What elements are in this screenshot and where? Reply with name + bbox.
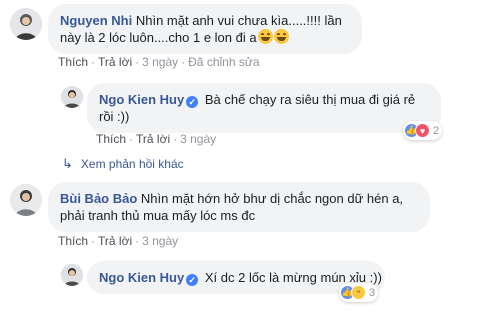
view-more-replies[interactable]: ↳ Xem phản hồi khác [62, 156, 184, 172]
reaction-summary[interactable]: 👍 ᵕ 3 [339, 283, 379, 302]
avatar-photo-icon [61, 86, 83, 108]
reaction-count: 2 [433, 124, 440, 137]
reaction-count: 3 [369, 286, 376, 299]
avatar-photo-icon [10, 184, 42, 216]
grinning-squint-face-icon [257, 29, 273, 44]
comment-author[interactable]: Bùi Bảo Bảo [60, 191, 137, 206]
comment-author[interactable]: Nguyen Nhi [60, 13, 132, 28]
reply-link[interactable]: Trả lời [98, 234, 132, 248]
reply-link[interactable]: Trả lời [136, 132, 170, 146]
avatar-ngo-kien-huy[interactable] [61, 264, 83, 286]
verified-badge-icon: ✓ [186, 274, 199, 286]
avatar-photo-icon [10, 8, 42, 40]
avatar-nguyen-nhi[interactable] [10, 8, 42, 40]
avatar-ngo-kien-huy[interactable] [61, 86, 83, 108]
reply-arrow-icon: ↳ [62, 156, 73, 171]
comment-bubble: Bùi Bảo Bảo Nhìn mặt hớn hở bhư dị chắc … [48, 182, 430, 232]
comment-actions: Thích · Trả lời · 3 ngày [96, 132, 217, 146]
comment-bubble: Nguyen Nhi Nhìn mặt anh vui chưa kìa....… [48, 4, 362, 54]
like-link[interactable]: Thích [58, 55, 88, 69]
like-link[interactable]: Thích [96, 132, 126, 146]
love-reaction-icon: ♥ [415, 123, 430, 138]
grinning-squint-face-icon [273, 29, 289, 44]
avatar-bui-bao-bao[interactable] [10, 184, 42, 216]
comment-author[interactable]: Ngo Kien Huy [99, 270, 184, 285]
reply-bubble: Ngo Kien Huy ✓ Bà chế chạy ra siêu thị mu… [87, 83, 441, 133]
reply-link[interactable]: Trả lời [98, 55, 132, 69]
timestamp[interactable]: 3 ngày [142, 234, 178, 248]
like-link[interactable]: Thích [58, 234, 88, 248]
timestamp[interactable]: 3 ngày [142, 55, 178, 69]
view-more-label: Xem phản hồi khác [80, 157, 184, 171]
timestamp[interactable]: 3 ngày [180, 132, 216, 146]
comment-actions: Thích · Trả lời · 3 ngày · Đã chỉnh sửa [58, 55, 260, 69]
comment-actions: Thích · Trả lời · 3 ngày [58, 234, 179, 248]
haha-reaction-icon: ᵕ [351, 285, 366, 300]
avatar-photo-icon [61, 264, 83, 286]
verified-badge-icon: ✓ [186, 96, 199, 108]
comment-author[interactable]: Ngo Kien Huy [99, 92, 184, 107]
reaction-summary[interactable]: 👍 ♥ 2 [403, 121, 443, 140]
edited-label: Đã chỉnh sửa [188, 55, 260, 69]
